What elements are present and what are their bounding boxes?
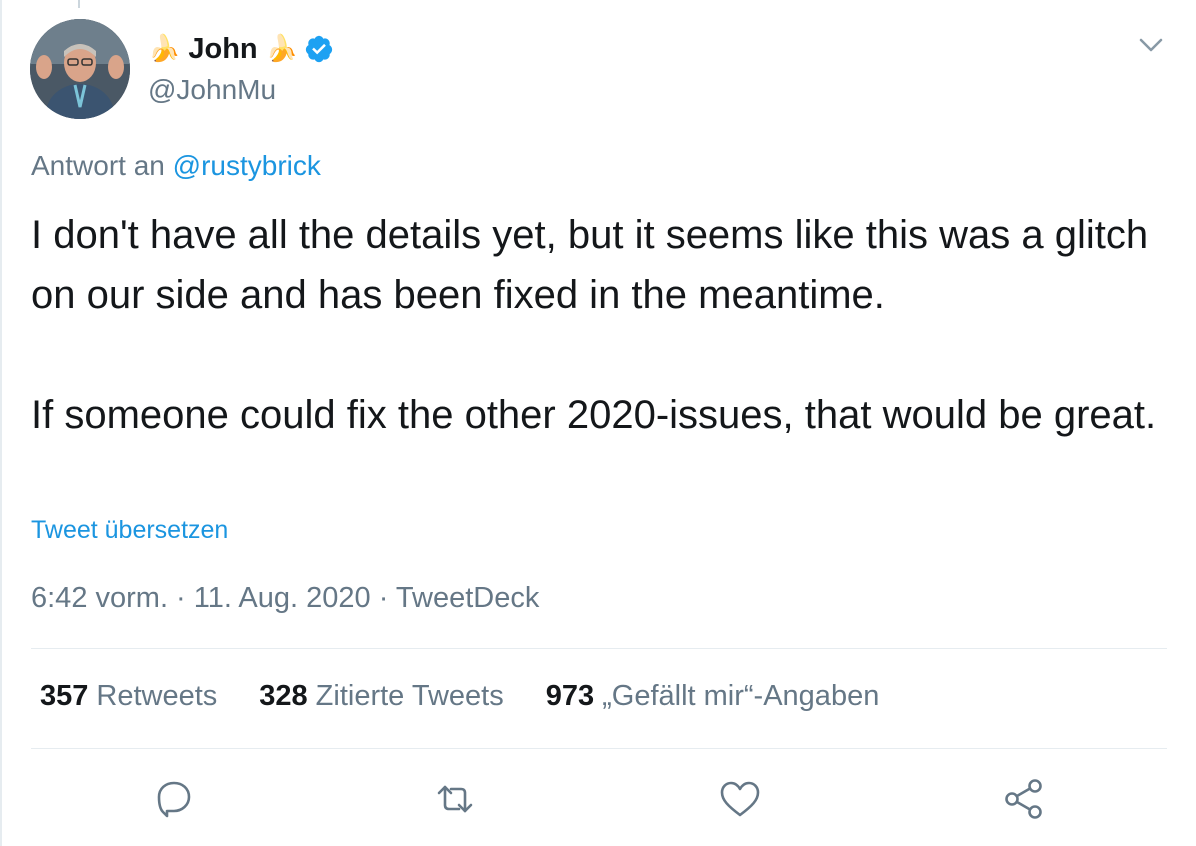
quotes-stat[interactable]: 328 Zitierte Tweets [259,680,503,713]
column-border [0,0,2,846]
meta-separator: · [370,582,396,614]
reply-icon[interactable] [150,775,198,823]
banana-emoji-prefix: 🍌 [148,34,181,64]
tweet-actions [0,775,1196,825]
likes-stat[interactable]: 973 „Gefällt mir“-Angaben [546,680,880,713]
tweet-paragraph: I don't have all the details yet, but it… [31,213,1149,317]
likes-label: „Gefällt mir“-Angaben [602,680,880,712]
likes-count: 973 [545,680,595,712]
retweets-label: Retweets [96,680,218,712]
divider [31,648,1167,649]
verified-badge-icon [304,34,334,64]
avatar-photo [30,19,130,119]
reply-mention-link[interactable]: @rustybrick [173,150,321,181]
tweet-detail: 🍌 John 🍌 @JohnMu Antwort an @rustybrick … [0,0,1196,846]
author-name[interactable]: John [188,33,257,66]
tweet-meta: 6:42 vorm. · 11. Aug. 2020 · TweetDeck [31,582,539,615]
meta-separator: · [168,582,194,614]
reply-prefix: Antwort an [31,150,165,181]
avatar[interactable] [30,19,130,119]
tweet-source[interactable]: TweetDeck [396,582,539,614]
retweets-count: 357 [40,680,89,712]
author-handle[interactable]: @JohnMu [148,74,334,106]
thread-connector-line [78,0,80,8]
divider [31,748,1167,749]
tweet-stats: 357 Retweets 328 Zitierte Tweets 973 „Gefäl… [40,680,879,713]
translate-tweet-link[interactable]: Tweet übersetzen [31,516,228,545]
author-block: 🍌 John 🍌 @JohnMu [148,26,334,106]
tweet-text: I don't have all the details yet, but it… [31,205,1171,445]
retweet-icon[interactable] [431,775,479,823]
heart-icon[interactable] [716,775,764,823]
tweet-paragraph: If someone could fix the other 2020-issu… [31,393,1157,437]
quotes-label: Zitierte Tweets [315,680,504,712]
tweet-date[interactable]: 11. Aug. 2020 [194,582,371,614]
retweets-stat[interactable]: 357 Retweets [40,680,217,713]
quotes-count: 328 [259,680,308,712]
reply-context: Antwort an @rustybrick [31,150,321,182]
share-icon[interactable] [1000,775,1048,823]
banana-emoji-suffix: 🍌 [265,34,299,64]
chevron-down-icon[interactable] [1136,30,1166,60]
author-name-row[interactable]: 🍌 John 🍌 [148,26,334,72]
tweet-time[interactable]: 6:42 vorm. [31,582,168,614]
